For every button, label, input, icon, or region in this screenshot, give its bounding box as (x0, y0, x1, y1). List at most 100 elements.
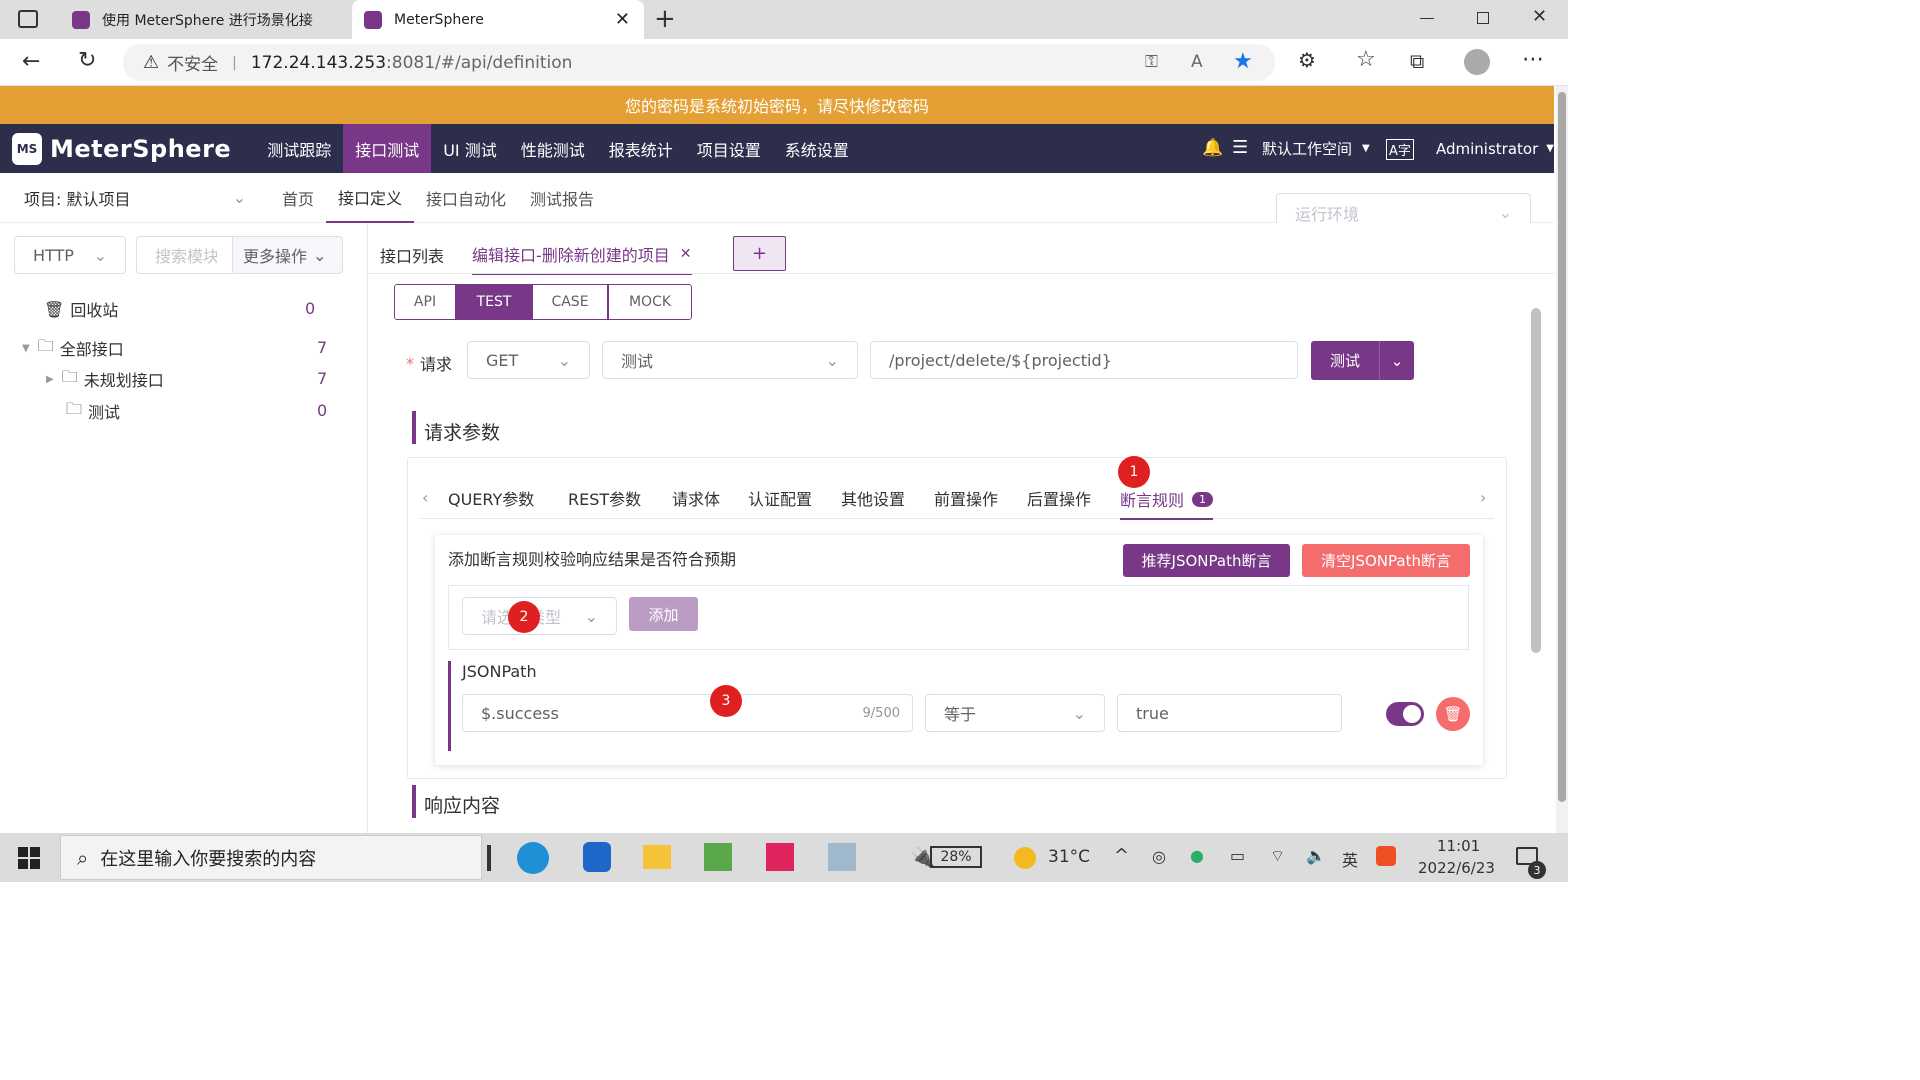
battery-indicator[interactable]: 28% (930, 846, 982, 868)
tab-actions-icon[interactable] (18, 10, 38, 28)
path-input[interactable]: /project/delete/${projectid} (870, 341, 1298, 379)
app-logo[interactable]: MS MeterSphere (12, 132, 231, 165)
scrollbar-thumb[interactable] (1558, 92, 1566, 802)
temperature[interactable]: 31°C (1048, 847, 1090, 867)
tab-auth-config[interactable]: 认证配置 (748, 486, 812, 510)
main-scrollbar[interactable] (1531, 308, 1541, 653)
task-view-icon[interactable] (487, 845, 491, 871)
app-icon-gray[interactable] (828, 843, 856, 871)
ime-indicator[interactable]: 英 (1342, 847, 1358, 871)
clock-time[interactable]: 11:01 (1437, 837, 1480, 855)
url-field[interactable]: ⚠ 不安全 | 172.24.143.253 :8081/#/api/defin… (123, 44, 1275, 81)
nav-ui-test[interactable]: UI 测试 (431, 124, 509, 173)
tree-all-apis[interactable]: ▼ 🗀 全部接口 (22, 333, 124, 363)
close-icon[interactable]: ✕ (680, 246, 692, 262)
nav-system-settings[interactable]: 系统设置 (773, 124, 861, 173)
profile-avatar[interactable] (1464, 49, 1490, 75)
nav-report-stats[interactable]: 报表统计 (597, 124, 685, 173)
user-menu[interactable]: Administrator ▼ (1436, 124, 1554, 173)
volume-icon[interactable]: 🔈 (1306, 846, 1326, 865)
method-select[interactable]: GET ⌄ (467, 341, 590, 379)
battery-icon[interactable]: ▭ (1230, 846, 1245, 865)
task-list-icon[interactable]: ☰ (1232, 137, 1248, 158)
nav-performance-test[interactable]: 性能测试 (509, 124, 597, 173)
protocol-select[interactable]: HTTP ⌄ (14, 236, 126, 274)
favorites-icon[interactable]: ☆ (1356, 47, 1376, 72)
caret-down-icon[interactable]: ▼ (22, 343, 30, 354)
maximize-icon[interactable] (1477, 12, 1489, 24)
environment-select[interactable]: 测试 ⌄ (602, 341, 858, 379)
recommend-jsonpath-button[interactable]: 推荐JSONPath断言 (1123, 544, 1290, 577)
back-icon[interactable]: ← (22, 49, 40, 74)
workspace-selector[interactable]: 默认工作空间 ▼ (1262, 124, 1370, 173)
clear-jsonpath-button[interactable]: 清空JSONPath断言 (1302, 544, 1470, 577)
nav-test-track[interactable]: 测试跟踪 (255, 124, 343, 173)
edge-app-icon[interactable] (517, 842, 549, 874)
nav-api-test[interactable]: 接口测试 (343, 124, 432, 173)
sogou-icon[interactable] (1376, 846, 1396, 866)
caret-right-icon[interactable]: ▶ (46, 374, 54, 385)
chevron-up-icon[interactable]: ^ (1114, 845, 1129, 866)
chevron-right-icon[interactable]: › (1480, 488, 1486, 507)
clock-date[interactable]: 2022/6/23 (1418, 859, 1495, 877)
subnav-home[interactable]: 首页 (270, 173, 326, 223)
subnav-test-report[interactable]: 测试报告 (518, 173, 606, 223)
wechat-icon[interactable]: ● (1190, 846, 1204, 865)
new-tab-icon[interactable]: + (654, 4, 676, 34)
favorite-star-icon[interactable]: ★ (1233, 49, 1253, 74)
project-selector[interactable]: 项目: 默认项目 ⌄ (24, 186, 246, 210)
tab-edit-api[interactable]: 编辑接口-删除新创建的项目 ✕ (472, 235, 692, 275)
module-search-input[interactable]: 搜索模块 (136, 236, 236, 274)
tab-pre-actions[interactable]: 前置操作 (934, 486, 998, 510)
tree-test-folder[interactable]: 🗀 测试 (66, 396, 120, 426)
wifi-icon[interactable]: ⌔ (1270, 846, 1285, 866)
more-actions-button[interactable]: 更多操作 ⌄ (232, 236, 343, 274)
nav-project-settings[interactable]: 项目设置 (685, 124, 773, 173)
close-window-icon[interactable]: ✕ (1532, 6, 1547, 27)
key-icon[interactable]: ⚿ (1145, 52, 1158, 72)
close-tab-icon[interactable]: ✕ (615, 9, 630, 30)
settings-more-icon[interactable]: ⋯ (1522, 47, 1544, 72)
add-assertion-button[interactable]: 添加 (629, 597, 698, 631)
jsonpath-expression-input[interactable]: $.success 9/500 (462, 694, 913, 732)
taskbar-search-input[interactable]: ⌕ 在这里输入你要搜索的内容 (60, 835, 482, 880)
test-button[interactable]: 测试 (1311, 341, 1379, 380)
browser-tab-active[interactable]: MeterSphere ✕ (352, 0, 644, 39)
extensions-icon[interactable]: ⚙ (1298, 48, 1316, 72)
refresh-icon[interactable]: ↻ (78, 48, 96, 73)
tree-recycle-bin[interactable]: 🗑 回收站 (44, 294, 118, 324)
subnav-api-definition[interactable]: 接口定义 (326, 173, 415, 223)
mode-mock[interactable]: MOCK (608, 284, 692, 320)
language-icon[interactable]: A字 (1386, 139, 1414, 160)
operator-select[interactable]: 等于 ⌄ (925, 694, 1105, 732)
test-dropdown-button[interactable]: ⌄ (1379, 341, 1414, 380)
tab-api-list[interactable]: 接口列表 (380, 243, 444, 267)
minimize-icon[interactable] (1420, 18, 1434, 19)
windows-start-icon[interactable] (18, 847, 40, 869)
tab-query-params[interactable]: QUERY参数 (448, 486, 534, 510)
delete-rule-button[interactable]: 🗑 (1436, 697, 1470, 731)
intellij-icon[interactable] (766, 843, 794, 871)
mode-api[interactable]: API (394, 284, 456, 320)
tray-app-icon[interactable]: ◎ (1152, 847, 1166, 866)
collections-icon[interactable]: ⧉ (1410, 49, 1424, 73)
tab-other-settings[interactable]: 其他设置 (841, 486, 905, 510)
bell-icon[interactable]: 🔔 (1202, 138, 1223, 158)
mode-case[interactable]: CASE (532, 284, 608, 320)
page-scrollbar[interactable] (1556, 86, 1568, 833)
file-explorer-icon[interactable] (643, 845, 671, 869)
expected-value-input[interactable]: true (1117, 694, 1342, 732)
browser-tab[interactable]: 使用 MeterSphere 进行场景化接 (60, 0, 350, 39)
tab-post-actions[interactable]: 后置操作 (1027, 486, 1091, 510)
app-icon-green[interactable] (704, 843, 732, 871)
add-tab-button[interactable]: + (733, 236, 786, 271)
chevron-left-icon[interactable]: ‹ (422, 488, 428, 507)
enable-toggle[interactable] (1386, 702, 1424, 726)
app-icon-blue[interactable] (583, 842, 611, 872)
tab-rest-params[interactable]: REST参数 (568, 486, 641, 510)
tab-request-body[interactable]: 请求体 (672, 486, 720, 510)
tree-unplanned-apis[interactable]: ▶ 🗀 未规划接口 (46, 364, 164, 394)
mode-test[interactable]: TEST (456, 284, 532, 320)
read-aloud-icon[interactable]: A (1191, 52, 1203, 72)
subnav-api-automation[interactable]: 接口自动化 (414, 173, 518, 223)
